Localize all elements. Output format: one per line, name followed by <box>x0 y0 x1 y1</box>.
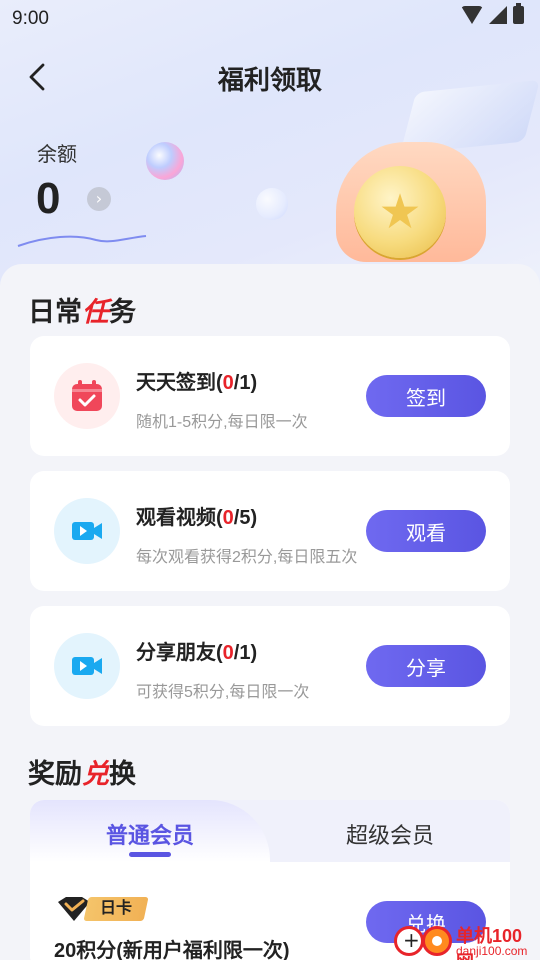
task-description: 可获得5积分,每日限一次 <box>136 684 310 701</box>
logo-icon <box>422 926 452 956</box>
coin-illustration: ★ <box>354 166 446 258</box>
balance-label: 余额 <box>37 144 77 166</box>
task-icon-wrap <box>54 363 120 429</box>
status-icons <box>461 3 524 24</box>
site-watermark: 单机100网 danji100.com <box>392 920 540 960</box>
title-highlight: 任 <box>82 297 109 327</box>
task-card-watch-video: 观看视频(0/5) 每次观看获得2积分,每日限五次 观看 <box>30 471 510 591</box>
squiggle-decoration <box>17 235 147 247</box>
task-name: 天天签到(0/1) <box>136 372 258 394</box>
member-tabs: 普通会员 超级会员 <box>30 800 510 862</box>
task-description: 每次观看获得2积分,每日限五次 <box>136 549 358 566</box>
day-card-badge: 日卡 <box>56 896 149 922</box>
badge-tag: 日卡 <box>83 897 149 921</box>
title-highlight: 兑 <box>82 759 109 789</box>
chevron-right-icon[interactable]: › <box>87 187 111 211</box>
task-name: 分享朋友(0/1) <box>136 642 258 664</box>
watch-button[interactable]: 观看 <box>366 510 486 552</box>
video-camera-icon <box>72 522 102 540</box>
task-description: 随机1-5积分,每日限一次 <box>136 414 308 431</box>
battery-icon <box>513 3 524 24</box>
rewards-title: 奖励兑换 <box>28 752 136 791</box>
plus-icon <box>394 926 424 956</box>
balance-value[interactable]: 0 <box>36 174 60 224</box>
video-camera-icon <box>72 657 102 675</box>
title-text: 换 <box>109 759 136 789</box>
task-card-checkin: 天天签到(0/1) 随机1-5积分,每日限一次 签到 <box>30 336 510 456</box>
tab-underline <box>129 852 171 857</box>
bubble-decoration <box>146 142 184 180</box>
status-time: 9:00 <box>12 8 49 29</box>
wifi-icon <box>461 6 483 24</box>
bubble-decoration <box>256 188 288 220</box>
tab-regular-member[interactable]: 普通会员 <box>30 818 270 850</box>
checkin-button[interactable]: 签到 <box>366 375 486 417</box>
signal-icon <box>489 6 507 24</box>
share-button[interactable]: 分享 <box>366 645 486 687</box>
status-bar: 9:00 <box>0 0 540 36</box>
calendar-check-icon <box>72 380 102 411</box>
title-text: 奖励 <box>28 759 82 789</box>
task-icon-wrap <box>54 498 120 564</box>
title-text: 日常 <box>28 297 82 327</box>
task-icon-wrap <box>54 633 120 699</box>
reward-name: 20积分(新用户福利限一次) <box>54 940 290 960</box>
daily-tasks-title: 日常任务 <box>28 290 136 329</box>
badge-label: 日卡 <box>100 900 133 917</box>
task-card-share: 分享朋友(0/1) 可获得5积分,每日限一次 分享 <box>30 606 510 726</box>
task-name: 观看视频(0/5) <box>136 507 258 529</box>
page-title: 福利领取 <box>217 65 322 95</box>
watermark-url: danji100.com <box>456 944 528 958</box>
star-icon: ★ <box>378 184 422 240</box>
title-text: 务 <box>109 297 136 327</box>
tab-super-member[interactable]: 超级会员 <box>270 818 510 850</box>
